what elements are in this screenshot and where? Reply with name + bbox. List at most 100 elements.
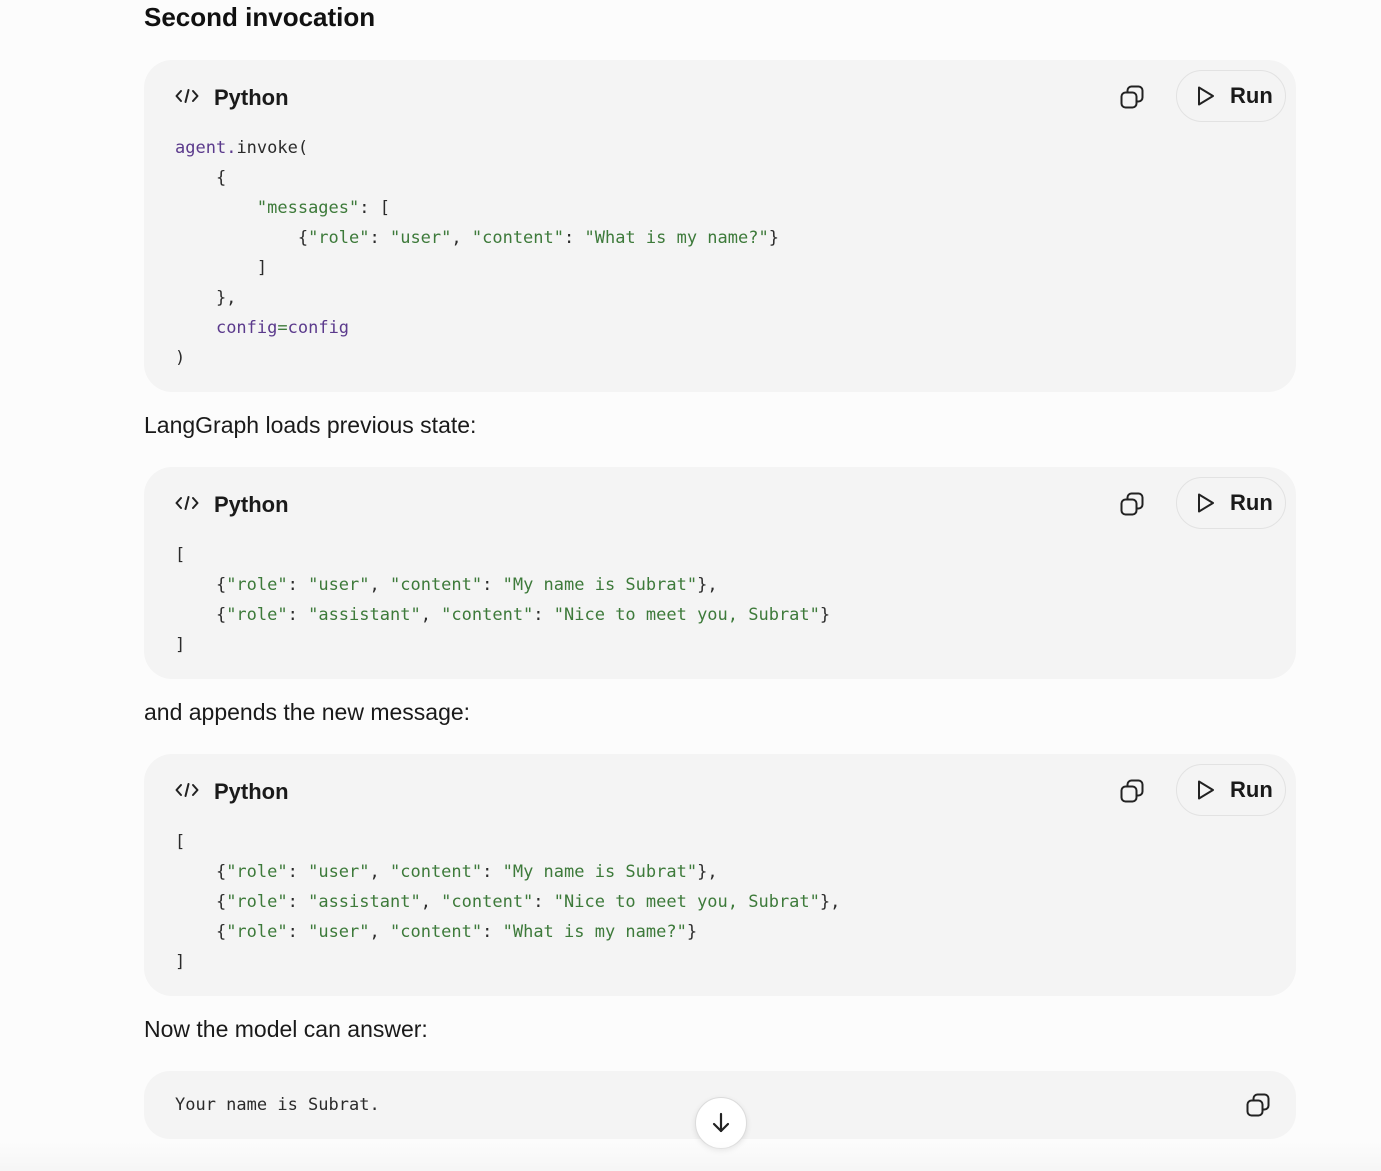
code-token: }, bbox=[175, 288, 237, 308]
code-token: : bbox=[564, 228, 585, 248]
code-token: "role" bbox=[226, 575, 288, 595]
code-token: [ bbox=[175, 545, 186, 565]
code-line: [ bbox=[175, 545, 185, 565]
code-token: "content" bbox=[441, 605, 534, 625]
code-line: ] bbox=[175, 952, 185, 972]
code-block: Python Run [ {"role": "user", "content":… bbox=[144, 467, 1296, 679]
code-token: "Nice to meet you, Subrat" bbox=[553, 605, 820, 625]
code-token: "role" bbox=[226, 862, 288, 882]
code-token: , bbox=[420, 892, 442, 912]
code-token: "content" bbox=[471, 228, 564, 248]
code-line: {"role": "user", "content": "My name is … bbox=[175, 862, 718, 882]
scroll-to-bottom-button[interactable] bbox=[695, 1097, 747, 1149]
code-line: [ bbox=[175, 832, 185, 852]
code-token: { bbox=[175, 228, 309, 248]
run-code-button[interactable]: Run bbox=[1176, 477, 1286, 529]
code-token: "My name is Subrat" bbox=[502, 862, 698, 882]
code-token: , bbox=[369, 862, 390, 882]
code-line: {"role": "user", "content": "My name is … bbox=[175, 575, 718, 595]
code-icon bbox=[175, 496, 199, 510]
code-token: }, bbox=[697, 575, 718, 595]
copy-icon bbox=[1246, 1093, 1270, 1117]
code-line: agent.invoke( bbox=[175, 138, 308, 158]
code-token: "user" bbox=[308, 575, 370, 595]
code-token: ] bbox=[175, 635, 186, 655]
code-block-header: Python Run bbox=[144, 60, 1296, 136]
code-token: } bbox=[768, 228, 779, 248]
play-icon bbox=[1198, 493, 1214, 513]
run-label: Run bbox=[1230, 777, 1273, 802]
code-content: agent.invoke( { "messages": [ {"role": "… bbox=[175, 133, 779, 373]
code-language-label: Python bbox=[214, 779, 289, 804]
bottom-fade bbox=[0, 1141, 1381, 1171]
output-text: Your name is Subrat. bbox=[175, 1095, 380, 1115]
code-token: "content" bbox=[441, 892, 534, 912]
play-icon bbox=[1198, 86, 1214, 106]
code-token: : bbox=[533, 605, 554, 625]
code-line: {"role": "user", "content": "What is my … bbox=[175, 228, 779, 248]
code-line: { bbox=[175, 168, 226, 188]
copy-code-button[interactable] bbox=[1116, 488, 1148, 520]
code-token: ] bbox=[175, 952, 186, 972]
code-icon bbox=[175, 783, 199, 797]
code-line: ) bbox=[175, 348, 185, 368]
code-block: Python Run [ {"role": "user", "content":… bbox=[144, 754, 1296, 996]
code-token: [ bbox=[175, 832, 186, 852]
code-token: "content" bbox=[390, 922, 483, 942]
paragraph-appends: and appends the new message: bbox=[144, 699, 471, 725]
code-block-header: Python Run bbox=[144, 467, 1296, 543]
code-line: "messages": [ bbox=[175, 198, 390, 218]
code-token: "role" bbox=[226, 892, 288, 912]
code-token: { bbox=[175, 922, 227, 942]
code-token: : bbox=[287, 605, 309, 625]
code-token: agent bbox=[175, 138, 227, 158]
code-token: "user" bbox=[308, 862, 370, 882]
run-code-button[interactable]: Run bbox=[1176, 764, 1286, 816]
code-token: : bbox=[287, 862, 309, 882]
run-label: Run bbox=[1230, 490, 1273, 515]
copy-code-button[interactable] bbox=[1116, 775, 1148, 807]
code-token: : bbox=[482, 862, 503, 882]
code-token: "What is my name?" bbox=[502, 922, 687, 942]
code-token: = bbox=[277, 318, 288, 338]
code-token: "user" bbox=[389, 228, 452, 248]
code-token: "role" bbox=[308, 228, 370, 248]
code-token: }, bbox=[697, 862, 718, 882]
code-token: : bbox=[482, 922, 503, 942]
code-token: : bbox=[287, 575, 309, 595]
code-token: "What is my name?" bbox=[584, 228, 769, 248]
code-line: config=config bbox=[175, 318, 349, 338]
code-token: "role" bbox=[226, 922, 288, 942]
code-language-label: Python bbox=[214, 492, 289, 517]
code-language-label: Python bbox=[214, 85, 289, 110]
copy-output-button[interactable] bbox=[1242, 1089, 1274, 1121]
code-line: {"role": "assistant", "content": "Nice t… bbox=[175, 892, 840, 912]
code-token: : [ bbox=[359, 198, 390, 218]
play-icon bbox=[1198, 780, 1214, 800]
code-token: : bbox=[369, 228, 390, 248]
code-token: } bbox=[686, 922, 698, 942]
section-heading: Second invocation bbox=[144, 2, 376, 32]
code-token: , bbox=[420, 605, 442, 625]
code-icon bbox=[175, 89, 199, 103]
code-token: "role" bbox=[226, 605, 288, 625]
code-token: { bbox=[175, 575, 227, 595]
code-token: , bbox=[451, 228, 472, 248]
run-label: Run bbox=[1230, 83, 1273, 108]
code-content: [ {"role": "user", "content": "My name i… bbox=[175, 540, 830, 660]
code-token: { bbox=[175, 892, 227, 912]
code-token: "My name is Subrat" bbox=[502, 575, 698, 595]
run-code-button[interactable]: Run bbox=[1176, 70, 1286, 122]
code-token: "assistant" bbox=[308, 605, 421, 625]
code-line: ] bbox=[175, 258, 267, 278]
code-block-header: Python Run bbox=[144, 754, 1296, 830]
code-line: {"role": "assistant", "content": "Nice t… bbox=[175, 605, 830, 625]
code-token: invoke( bbox=[236, 138, 309, 158]
copy-code-button[interactable] bbox=[1116, 81, 1148, 113]
arrow-down-icon bbox=[712, 1112, 730, 1133]
code-token: , bbox=[369, 922, 390, 942]
code-token: "user" bbox=[308, 922, 370, 942]
code-token: { bbox=[175, 862, 227, 882]
